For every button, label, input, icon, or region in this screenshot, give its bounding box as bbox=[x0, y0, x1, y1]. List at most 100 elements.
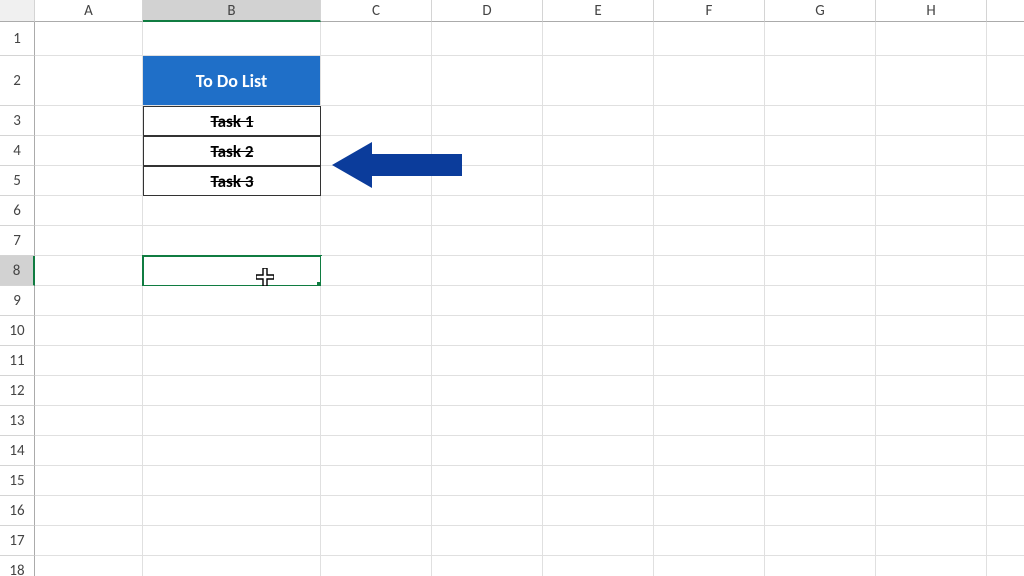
cell-G3[interactable] bbox=[765, 106, 876, 136]
row-header-4[interactable]: 4 bbox=[0, 136, 35, 166]
cell-F12[interactable] bbox=[654, 376, 765, 406]
cell-I15[interactable] bbox=[987, 466, 1024, 496]
cell-B5[interactable]: Task 3 bbox=[143, 166, 321, 196]
cell-A2[interactable] bbox=[35, 56, 143, 106]
row-header-1[interactable]: 1 bbox=[0, 22, 35, 56]
cell-E1[interactable] bbox=[543, 22, 654, 56]
cell-A14[interactable] bbox=[35, 436, 143, 466]
cell-A7[interactable] bbox=[35, 226, 143, 256]
cell-D16[interactable] bbox=[432, 496, 543, 526]
cell-C5[interactable] bbox=[321, 166, 432, 196]
cell-H12[interactable] bbox=[876, 376, 987, 406]
col-header-H[interactable]: H bbox=[876, 0, 987, 22]
cell-C13[interactable] bbox=[321, 406, 432, 436]
row-header-17[interactable]: 17 bbox=[0, 526, 35, 556]
cell-F13[interactable] bbox=[654, 406, 765, 436]
cell-H4[interactable] bbox=[876, 136, 987, 166]
cell-C14[interactable] bbox=[321, 436, 432, 466]
cell-B7[interactable] bbox=[143, 226, 321, 256]
cell-G12[interactable] bbox=[765, 376, 876, 406]
cell-B14[interactable] bbox=[143, 436, 321, 466]
cell-B2[interactable]: To Do List bbox=[143, 56, 321, 106]
col-header-I[interactable]: I bbox=[987, 0, 1024, 22]
row-header-8[interactable]: 8 bbox=[0, 256, 35, 286]
cell-A4[interactable] bbox=[35, 136, 143, 166]
cell-G10[interactable] bbox=[765, 316, 876, 346]
cell-I16[interactable] bbox=[987, 496, 1024, 526]
cell-B16[interactable] bbox=[143, 496, 321, 526]
cell-D2[interactable] bbox=[432, 56, 543, 106]
cell-F14[interactable] bbox=[654, 436, 765, 466]
cell-E8[interactable] bbox=[543, 256, 654, 286]
cell-D4[interactable] bbox=[432, 136, 543, 166]
cell-C12[interactable] bbox=[321, 376, 432, 406]
cell-C6[interactable] bbox=[321, 196, 432, 226]
cells-area[interactable]: To Do List Task 1 Task 2 bbox=[35, 22, 1024, 576]
cell-F8[interactable] bbox=[654, 256, 765, 286]
cell-E10[interactable] bbox=[543, 316, 654, 346]
cell-B15[interactable] bbox=[143, 466, 321, 496]
cell-A18[interactable] bbox=[35, 556, 143, 576]
cell-I17[interactable] bbox=[987, 526, 1024, 556]
cell-E17[interactable] bbox=[543, 526, 654, 556]
cell-E12[interactable] bbox=[543, 376, 654, 406]
row-header-9[interactable]: 9 bbox=[0, 286, 35, 316]
cell-G8[interactable] bbox=[765, 256, 876, 286]
cell-H18[interactable] bbox=[876, 556, 987, 576]
row-header-2[interactable]: 2 bbox=[0, 56, 35, 106]
cell-C3[interactable] bbox=[321, 106, 432, 136]
col-header-A[interactable]: A bbox=[35, 0, 143, 22]
cell-C18[interactable] bbox=[321, 556, 432, 576]
cell-D3[interactable] bbox=[432, 106, 543, 136]
cell-A15[interactable] bbox=[35, 466, 143, 496]
cell-A10[interactable] bbox=[35, 316, 143, 346]
cell-C7[interactable] bbox=[321, 226, 432, 256]
cell-D1[interactable] bbox=[432, 22, 543, 56]
cell-A12[interactable] bbox=[35, 376, 143, 406]
cell-A5[interactable] bbox=[35, 166, 143, 196]
cell-B11[interactable] bbox=[143, 346, 321, 376]
cell-H5[interactable] bbox=[876, 166, 987, 196]
cell-D7[interactable] bbox=[432, 226, 543, 256]
cell-E16[interactable] bbox=[543, 496, 654, 526]
cell-F2[interactable] bbox=[654, 56, 765, 106]
spreadsheet-grid[interactable]: A B C D E F G H I 1 2 3 4 5 6 7 8 9 10 1… bbox=[0, 0, 1024, 576]
cell-A16[interactable] bbox=[35, 496, 143, 526]
cell-F17[interactable] bbox=[654, 526, 765, 556]
row-header-7[interactable]: 7 bbox=[0, 226, 35, 256]
cell-G4[interactable] bbox=[765, 136, 876, 166]
cell-I9[interactable] bbox=[987, 286, 1024, 316]
cell-C17[interactable] bbox=[321, 526, 432, 556]
cell-I8[interactable] bbox=[987, 256, 1024, 286]
cell-H16[interactable] bbox=[876, 496, 987, 526]
col-header-F[interactable]: F bbox=[654, 0, 765, 22]
cell-C15[interactable] bbox=[321, 466, 432, 496]
cell-I18[interactable] bbox=[987, 556, 1024, 576]
cell-I5[interactable] bbox=[987, 166, 1024, 196]
col-header-D[interactable]: D bbox=[432, 0, 543, 22]
cell-H2[interactable] bbox=[876, 56, 987, 106]
cell-A6[interactable] bbox=[35, 196, 143, 226]
cell-B3[interactable]: Task 1 bbox=[143, 106, 321, 136]
cell-C1[interactable] bbox=[321, 22, 432, 56]
cell-G9[interactable] bbox=[765, 286, 876, 316]
cell-C8[interactable] bbox=[321, 256, 432, 286]
cell-D10[interactable] bbox=[432, 316, 543, 346]
row-header-3[interactable]: 3 bbox=[0, 106, 35, 136]
cell-H9[interactable] bbox=[876, 286, 987, 316]
cell-H17[interactable] bbox=[876, 526, 987, 556]
cell-G1[interactable] bbox=[765, 22, 876, 56]
cell-I1[interactable] bbox=[987, 22, 1024, 56]
cell-F11[interactable] bbox=[654, 346, 765, 376]
cell-A1[interactable] bbox=[35, 22, 143, 56]
row-header-13[interactable]: 13 bbox=[0, 406, 35, 436]
cell-A17[interactable] bbox=[35, 526, 143, 556]
cell-H1[interactable] bbox=[876, 22, 987, 56]
cell-G13[interactable] bbox=[765, 406, 876, 436]
cell-I13[interactable] bbox=[987, 406, 1024, 436]
cell-B8[interactable] bbox=[143, 256, 321, 286]
cell-F16[interactable] bbox=[654, 496, 765, 526]
cell-E4[interactable] bbox=[543, 136, 654, 166]
col-header-G[interactable]: G bbox=[765, 0, 876, 22]
cell-G15[interactable] bbox=[765, 466, 876, 496]
